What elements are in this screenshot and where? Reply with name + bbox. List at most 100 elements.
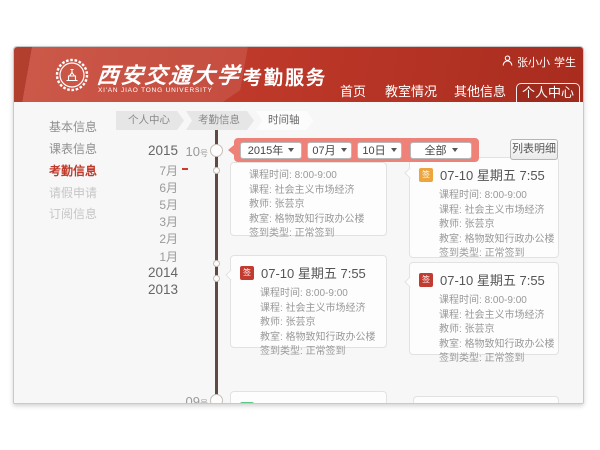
- field-value: 正常签到: [485, 353, 525, 364]
- field-label: 教室:: [439, 234, 462, 245]
- list-detail-button[interactable]: 列表明细: [510, 139, 558, 160]
- nav-item-home[interactable]: 首页: [333, 84, 373, 100]
- breadcrumb: 个人中心 考勤信息 时间轴: [116, 111, 314, 130]
- timeline-scale-june[interactable]: 6月: [114, 179, 178, 196]
- field-value: 张芸京: [465, 219, 495, 230]
- field-label: 签到类型:: [249, 228, 292, 239]
- field-label: 课程时间:: [249, 170, 292, 181]
- field-value: 格物致知行政办公楼: [465, 339, 555, 350]
- timeline-scale-february[interactable]: 2月: [114, 230, 178, 247]
- app-header: 西安交通大学 XI'AN JIAO TONG UNIVERSITY 考勤服务 张…: [14, 47, 584, 102]
- field-label: 课程:: [439, 310, 462, 321]
- field-label: 教师:: [249, 199, 272, 210]
- field-value: 格物致知行政办公楼: [465, 234, 555, 245]
- field-label: 课程:: [249, 185, 272, 196]
- university-name-en: XI'AN JIAO TONG UNIVERSITY: [98, 87, 213, 94]
- breadcrumb-attendance-info[interactable]: 考勤信息: [186, 111, 254, 130]
- field-label: 课程时间:: [439, 190, 482, 201]
- field-value: 8:00-9:00: [295, 170, 337, 181]
- field-label: 教师:: [439, 219, 462, 230]
- nav-item-classrooms[interactable]: 教室情况: [385, 84, 437, 100]
- field-value: 8:00-9:00: [485, 295, 527, 306]
- field-value: 社会主义市场经济: [465, 310, 545, 321]
- card-date: 07-10 星期五 7:55: [261, 263, 366, 282]
- field-value: 正常签到: [295, 228, 335, 239]
- main-content: 基本信息 课表信息 考勤信息 请假申请 订阅信息 个人中心 考勤信息 时间轴 2…: [14, 102, 584, 404]
- breadcrumb-personal-center[interactable]: 个人中心: [116, 111, 184, 130]
- timeline-node: [213, 260, 220, 267]
- chevron-down-icon: [341, 148, 347, 152]
- field-value: 张芸京: [286, 317, 316, 328]
- page-title: 考勤服务: [243, 63, 327, 90]
- field-value: 社会主义市场经济: [286, 303, 366, 314]
- field-value: 8:00-9:00: [306, 288, 348, 299]
- user-role: 学生: [554, 54, 576, 70]
- attendance-card: 签 07-09 星期四 7:55: [230, 391, 387, 404]
- checkin-stamp-icon: 签: [240, 266, 254, 280]
- attendance-card: 课程时间: 8:00-9:00 课程: 社会主义市场经济 教师: 张芸京 教室:…: [230, 162, 387, 236]
- chevron-down-icon: [452, 148, 458, 152]
- timeline-scale-2014[interactable]: 2014: [114, 265, 178, 280]
- field-label: 教室:: [249, 214, 272, 225]
- field-label: 教师:: [260, 317, 283, 328]
- timeline-node: [210, 394, 223, 404]
- field-label: 签到类型:: [260, 346, 303, 357]
- timeline-node: [213, 275, 220, 282]
- field-value: 社会主义市场经济: [275, 185, 355, 196]
- field-label: 课程时间:: [439, 295, 482, 306]
- breadcrumb-timeline-active[interactable]: 时间轴: [256, 111, 314, 130]
- year-dropdown[interactable]: 2015年: [240, 142, 302, 159]
- attendance-card: 签 07-10 星期五 7:55 课程时间: 8:00-9:00 课程: 社会主…: [409, 262, 559, 355]
- chevron-down-icon: [288, 148, 294, 152]
- field-value: 格物致知行政办公楼: [275, 214, 365, 225]
- timeline-node: [210, 144, 223, 157]
- month-dropdown[interactable]: 07月: [307, 142, 352, 159]
- field-label: 签到类型:: [439, 353, 482, 364]
- user-icon: [502, 55, 513, 69]
- app-window: 西安交通大学 XI'AN JIAO TONG UNIVERSITY 考勤服务 张…: [13, 46, 584, 404]
- field-value: 张芸京: [465, 324, 495, 335]
- university-name-cn: 西安交通大学: [96, 58, 243, 90]
- field-label: 教师:: [439, 324, 462, 335]
- timeline-scale-january[interactable]: 1月: [114, 248, 178, 265]
- university-logo-icon: [55, 58, 89, 92]
- day-dropdown[interactable]: 10日: [357, 142, 402, 159]
- field-value: 张芸京: [275, 199, 305, 210]
- field-label: 教室:: [439, 339, 462, 350]
- timeline-scale-march[interactable]: 3月: [114, 213, 178, 230]
- attendance-card-partial: [413, 396, 559, 404]
- user-name: 张小小: [517, 54, 550, 70]
- user-info[interactable]: 张小小 学生: [502, 54, 576, 70]
- field-label: 课程:: [439, 205, 462, 216]
- checkin-stamp-icon: 签: [419, 168, 433, 182]
- field-value: 社会主义市场经济: [465, 205, 545, 216]
- timeline-node: [213, 167, 220, 174]
- current-month-tick: [182, 168, 188, 170]
- nav-item-other-info[interactable]: 其他信息: [454, 84, 506, 100]
- day-marker-09[interactable]: 09号: [168, 394, 208, 404]
- field-value: 正常签到: [485, 248, 525, 259]
- checkin-stamp-icon: 签: [419, 273, 433, 287]
- timeline-scale-may[interactable]: 5月: [114, 196, 178, 213]
- field-label: 课程时间:: [260, 288, 303, 299]
- chevron-down-icon: [391, 148, 397, 152]
- field-label: 教室:: [260, 332, 283, 343]
- field-value: 8:00-9:00: [485, 190, 527, 201]
- field-value: 格物致知行政办公楼: [286, 332, 376, 343]
- day-marker-10[interactable]: 10号: [168, 144, 208, 159]
- timeline-scale-july[interactable]: 7月: [114, 162, 178, 179]
- card-date: 07-10 星期五 7:55: [440, 270, 545, 289]
- field-label: 签到类型:: [439, 248, 482, 259]
- checkin-stamp-icon: 签: [240, 402, 254, 405]
- attendance-card: 签 07-10 星期五 7:55 课程时间: 8:00-9:00 课程: 社会主…: [409, 157, 559, 258]
- type-dropdown[interactable]: 全部: [410, 142, 472, 159]
- timeline-scale-2013[interactable]: 2013: [114, 282, 178, 297]
- field-value: 正常签到: [306, 346, 346, 357]
- card-date: 07-10 星期五 7:55: [440, 165, 545, 184]
- screenshot-stage: 西安交通大学 XI'AN JIAO TONG UNIVERSITY 考勤服务 张…: [0, 0, 600, 450]
- attendance-card: 签 07-10 星期五 7:55 课程时间: 8:00-9:00 课程: 社会主…: [230, 255, 387, 348]
- card-date: 07-09 星期四 7:55: [261, 399, 366, 404]
- field-label: 课程:: [260, 303, 283, 314]
- nav-item-personal-center-active[interactable]: 个人中心: [516, 83, 580, 102]
- date-filter-bar: 2015年 07月 10日 全部: [234, 138, 479, 162]
